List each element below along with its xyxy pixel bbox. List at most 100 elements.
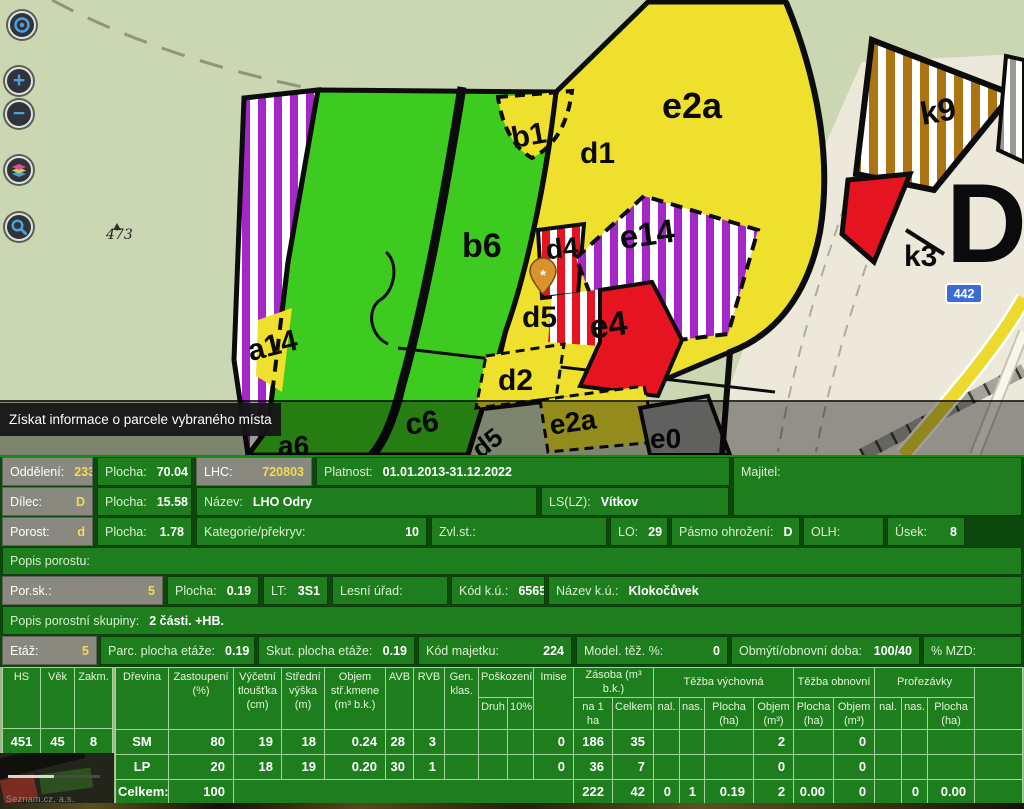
col-vycetni: Výčetní tloušťka (cm) xyxy=(234,668,282,730)
field-value: 5 xyxy=(148,584,155,598)
field-value: LHO Odry xyxy=(253,495,312,509)
stand-label-d1: d1 xyxy=(580,137,615,170)
group-prorezavky: Prořezávky xyxy=(875,668,975,698)
map-view[interactable]: 473 b1 d1 e2a b6 d4 e14 d5 e4 a14 d2 c6 … xyxy=(0,0,1024,455)
species-table: Dřevina Zastoupení (%) Výčetní tloušťka … xyxy=(115,667,1023,805)
cell: 3 xyxy=(414,729,445,754)
field-label: LHC: xyxy=(204,465,232,479)
map-corner-underlay: Seznam.cz, a.s. xyxy=(0,753,114,809)
cell xyxy=(902,754,928,779)
stand-label-k9: k9 xyxy=(917,90,958,132)
field-label: LS(LZ): xyxy=(549,495,591,509)
field-value: 1.78 xyxy=(160,525,184,539)
cell: 20 xyxy=(169,754,234,779)
total-label: Celkem: xyxy=(116,779,169,804)
field-olh: OLH: xyxy=(803,517,884,546)
cell: 42 xyxy=(613,779,654,804)
cell xyxy=(975,729,1023,754)
field-porsk[interactable]: Por.sk.:5 xyxy=(2,576,163,605)
group-zasoba: Zásoba (m³ b.k.) xyxy=(574,668,654,698)
field-lhc[interactable]: LHC:720803 xyxy=(196,457,312,486)
field-label: Model. těž. %: xyxy=(584,644,663,658)
col-nas-pro: nas. xyxy=(902,698,928,730)
field-label: % MZD: xyxy=(931,644,976,658)
cell xyxy=(875,779,902,804)
field-etaz[interactable]: Etáž:5 xyxy=(2,636,97,665)
cell xyxy=(680,729,705,754)
field-skut-plocha: Skut. plocha etáže:0.19 xyxy=(258,636,415,665)
table-row-lp: LP 20 18 19 0.20 30 1 0 36 7 0 0 xyxy=(116,754,1023,779)
field-lo: LO:29 xyxy=(610,517,668,546)
parcel-info-panel: Oddělení:233 Plocha:70.04 LHC:720803 Pla… xyxy=(0,455,1024,809)
field-label: Majitel: xyxy=(741,465,781,479)
cell: 0 xyxy=(834,754,875,779)
field-oddeleni[interactable]: Oddělení: 233 xyxy=(2,457,93,486)
field-value: 233 xyxy=(74,465,93,479)
field-lslz: LS(LZ):Vítkov xyxy=(541,487,729,516)
cell: 186 xyxy=(574,729,613,754)
col-stredni: Střední výška (m) xyxy=(282,668,325,730)
col-objem-kmene: Objem stř.kmene (m³ b.k.) xyxy=(325,668,386,730)
locate-button[interactable] xyxy=(8,11,36,39)
elevation-label: 473 xyxy=(105,227,133,243)
cell: 0.19 xyxy=(705,779,754,804)
stand-label-e14: e14 xyxy=(617,212,677,256)
road-badge: 442 xyxy=(946,284,982,303)
cell xyxy=(479,754,508,779)
field-value: 15.58 xyxy=(157,495,188,509)
map-bottom-strip xyxy=(0,803,1024,809)
cell xyxy=(654,754,680,779)
field-label: Oddělení: xyxy=(10,465,64,479)
cell: 0 xyxy=(834,779,875,804)
field-label: Popis porostní skupiny: xyxy=(10,614,139,628)
group-tezba-obnovni: Těžba obnovní xyxy=(794,668,875,698)
cell xyxy=(928,754,975,779)
field-label: Lesní úřad: xyxy=(340,584,403,598)
field-label: Parc. plocha etáže: xyxy=(108,644,215,658)
stand-label-d2: d2 xyxy=(498,364,533,397)
field-kod-majetku: Kód majetku:224 xyxy=(418,636,572,665)
table-row-sm: SM 80 19 18 0.24 28 3 0 186 35 2 0 xyxy=(116,729,1023,754)
field-kategorie: Kategorie/překryv:10 xyxy=(196,517,427,546)
field-nazev: Název:LHO Odry xyxy=(196,487,537,516)
cell: 30 xyxy=(386,754,414,779)
minus-icon: − xyxy=(13,103,25,124)
field-label: Dílec: xyxy=(10,495,42,509)
stand-label-e0: e0 xyxy=(650,423,681,454)
field-plocha-porost: Plocha:1.78 xyxy=(97,517,192,546)
stand-label-b1: b1 xyxy=(509,116,549,155)
cell: SM xyxy=(116,729,169,754)
search-button[interactable] xyxy=(5,213,33,241)
col-nal-vych: nal. xyxy=(654,698,680,730)
field-label: Kód majetku: xyxy=(426,644,499,658)
map-canvas[interactable]: 473 b1 d1 e2a b6 d4 e14 d5 e4 a14 d2 c6 … xyxy=(0,0,1024,455)
cell: 0 xyxy=(834,729,875,754)
layers-button[interactable] xyxy=(5,156,33,184)
field-value: 5 xyxy=(82,644,89,658)
field-value: 3S1 xyxy=(298,584,320,598)
svg-text:*: * xyxy=(540,267,546,284)
col-objem-obn: Objem (m³) xyxy=(834,698,875,730)
field-obmyti: Obmýtí/obnovní doba:100/40 xyxy=(731,636,920,665)
field-majitel: Majitel: xyxy=(733,457,1022,516)
col-gen-klas: Gen. klas. xyxy=(445,668,479,730)
field-pasmo: Pásmo ohrožení:D xyxy=(671,517,800,546)
zoom-in-button[interactable]: + xyxy=(5,67,33,95)
cell: 0.20 xyxy=(325,754,386,779)
cell: 1 xyxy=(680,779,705,804)
field-label: Pásmo ohrožení: xyxy=(679,525,774,539)
cell xyxy=(875,754,902,779)
col-zastoupeni: Zastoupení (%) xyxy=(169,668,234,730)
field-porost[interactable]: Porost:d xyxy=(2,517,93,546)
zoom-out-button[interactable]: − xyxy=(5,100,33,128)
col-trailing xyxy=(975,668,1023,730)
stand-label-e4: e4 xyxy=(587,304,630,347)
field-label: Platnost: xyxy=(324,465,373,479)
cell: 19 xyxy=(282,754,325,779)
field-parc-plocha: Parc. plocha etáže:0.19 xyxy=(100,636,255,665)
cell xyxy=(928,729,975,754)
field-dilec[interactable]: Dílec:D xyxy=(2,487,93,516)
cell: 36 xyxy=(574,754,613,779)
cell: 0 xyxy=(902,779,928,804)
vek-header: Věk xyxy=(41,668,75,729)
